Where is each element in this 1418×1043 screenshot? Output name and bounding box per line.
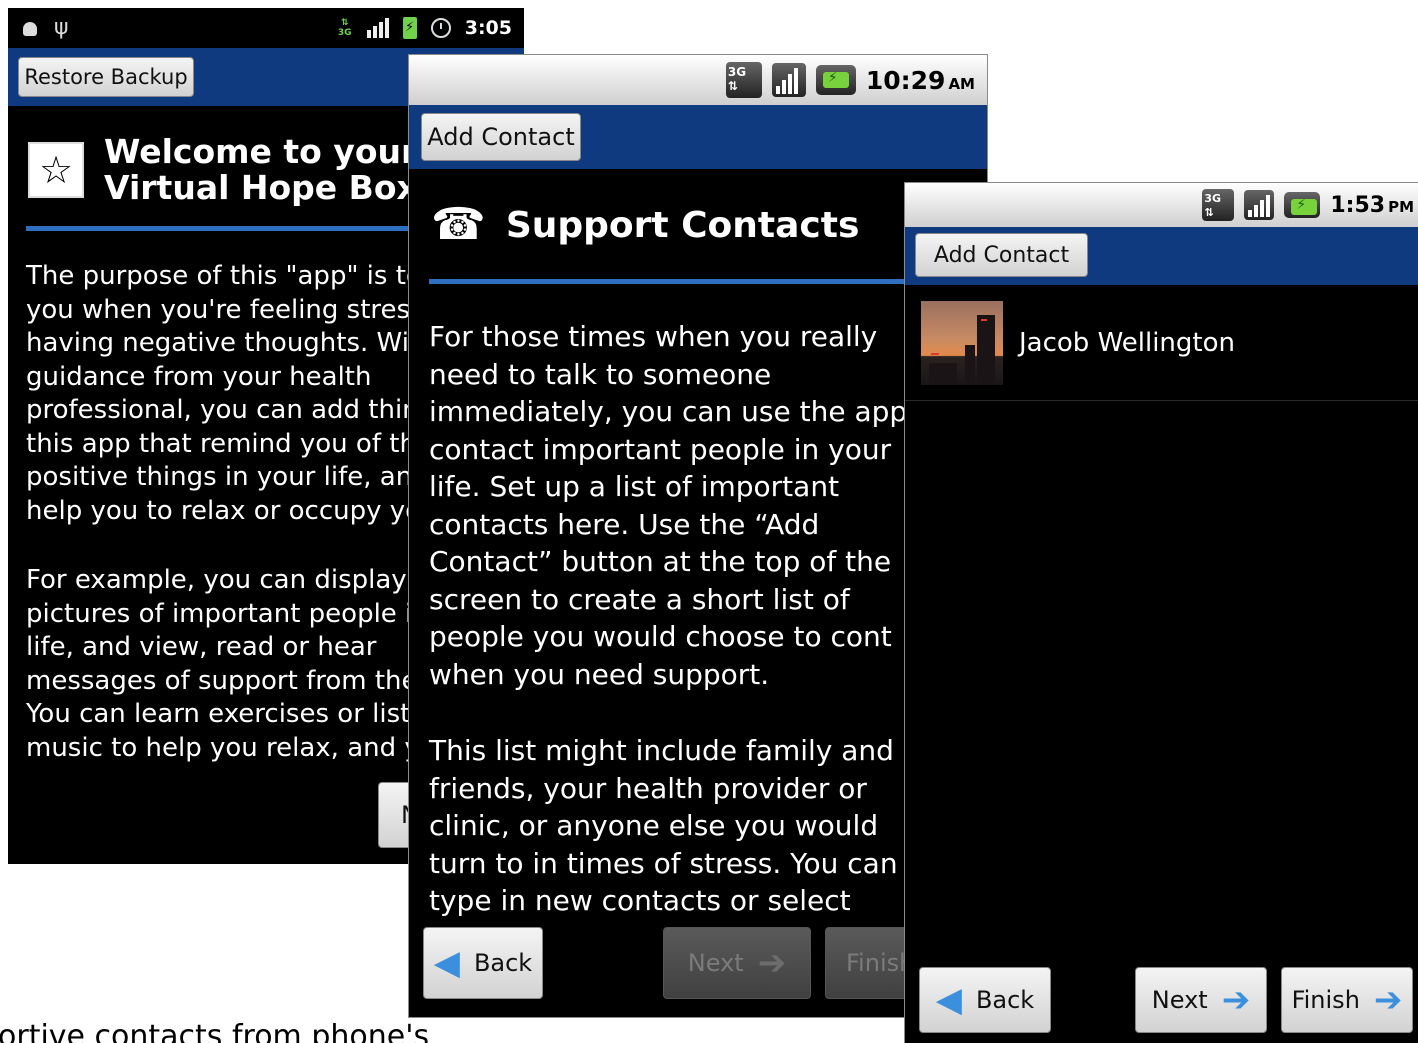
back-button[interactable]: ◀ Back (423, 927, 543, 999)
finish-label: Finish (1291, 986, 1360, 1014)
text-line: life, and view, read or hear (26, 632, 377, 662)
signal-icon (771, 63, 806, 97)
contact-photo (921, 300, 1003, 385)
text-line: For those times when you really (429, 320, 878, 353)
next-button[interactable]: Next ➔ (1135, 967, 1267, 1033)
finish-button[interactable]: Finish ➔ (1281, 967, 1413, 1033)
back-button[interactable]: ◀ Back (919, 967, 1051, 1033)
battery-charging-icon (1284, 192, 1321, 218)
text-line: when you need support. (429, 657, 770, 691)
skyline-building (929, 362, 957, 385)
action-bar: Add Contact (409, 105, 987, 169)
restore-backup-button[interactable]: Restore Backup (18, 57, 194, 97)
signal-icon (366, 18, 389, 38)
skyline-building (977, 314, 995, 385)
next-label: Next (1151, 986, 1208, 1014)
back-label: Back (975, 986, 1035, 1014)
status-bar: 3G⇅ 1:53PM (905, 183, 1418, 227)
text-line: professional, you can add thin (26, 395, 419, 425)
text-line: guidance from your health (26, 361, 372, 392)
next-label: Next (687, 949, 744, 977)
text-line: immediately, you can use the app (429, 395, 908, 428)
text-line: positive things in your life, and (26, 462, 429, 492)
text-line: Contact” button at the top of the (429, 545, 892, 578)
skyline-building (965, 344, 975, 385)
text-line: messages of support from the (26, 665, 418, 696)
time-value: 10:29 (865, 65, 946, 95)
text-line: having negative thoughts. Wit (26, 328, 420, 358)
network-3g-icon: 3G ⇅ (725, 62, 762, 98)
status-bar: ψ ⇅ 3G ⚡ 3:05 (8, 8, 524, 48)
text-line: you when you're feeling stress (26, 294, 424, 325)
text-line: this app that remind you of th (26, 428, 416, 459)
intro-paragraph: The purpose of this "app" is to you when… (26, 260, 429, 528)
text-line: pictures of important people i (26, 598, 413, 629)
battery-charging-icon: ⚡ (402, 17, 417, 39)
signal-icon (1244, 190, 1275, 220)
status-time: 1:53 PM (1330, 193, 1414, 218)
text-line: You can learn exercises or list (26, 699, 411, 729)
list-item[interactable]: Jacob Wellington (905, 285, 1418, 401)
back-label: Back (473, 949, 533, 977)
arrow-right-icon: ➔ (1221, 980, 1251, 1020)
text-line: contact important people in your (429, 432, 892, 466)
status-time: 3:05 (464, 17, 512, 39)
title-text: Support Contacts (505, 204, 860, 246)
telephone-icon: ☎ (431, 199, 486, 250)
arrow-right-icon: ➔ (757, 943, 787, 983)
finish-arrow-icon: ➔ (1373, 980, 1403, 1020)
support-contacts-list-screen: 3G⇅ 1:53PM Add Contact Jacob Wellington … (904, 182, 1418, 1043)
battery-charging-icon (815, 65, 856, 95)
skyline-light (931, 352, 939, 355)
text-line: This list might include family and (429, 734, 894, 767)
status-time: 10:29 AM (866, 66, 975, 95)
background-caption: ortive contacts from phone's (0, 1019, 430, 1043)
page-title: ☎ Support Contacts (431, 203, 859, 247)
text-line: help you to relax or occupy yo (26, 495, 422, 526)
action-bar: Add Contact (905, 227, 1418, 285)
example-paragraph: For example, you can display pictures of… (26, 564, 420, 765)
page-title: ☆ Welcome to your Virtual Hope Box (28, 134, 418, 206)
add-contact-button[interactable]: Add Contact (915, 233, 1088, 277)
text-line: The purpose of this "app" is to (26, 261, 422, 291)
text-line: friends, your health provider or (429, 771, 867, 805)
network-3g-icon: ⇅ 3G (336, 18, 353, 38)
contact-name: Jacob Wellington (1019, 327, 1235, 358)
text-line: people you would choose to cont (429, 620, 892, 653)
debug-android-icon (20, 17, 40, 39)
text-line: contacts here. Use the “Add (429, 507, 820, 541)
title-line-2: Virtual Hope Box (104, 168, 418, 207)
next-button[interactable]: Next ➔ (663, 927, 811, 999)
text-line: turn to in times of stress. You can (429, 846, 898, 880)
star-icon: ☆ (28, 142, 84, 198)
time-ampm: AM (948, 74, 975, 93)
time-ampm: PM (1388, 197, 1414, 216)
text-line: type in new contacts or select (429, 884, 851, 917)
text-line: need to talk to someone (429, 357, 772, 391)
text-line: clinic, or anyone else you would (429, 809, 879, 842)
status-bar: 3G⇅ 10:29AM (409, 55, 987, 105)
text-line: For example, you can display (26, 565, 407, 595)
skyline-light (981, 318, 987, 321)
add-contact-button[interactable]: Add Contact (421, 113, 581, 161)
list-description-paragraph: This list might include family and frien… (429, 732, 898, 920)
text-line: life. Set up a list of important (429, 470, 840, 503)
title-text: Welcome to your Virtual Hope Box (104, 134, 418, 206)
arrow-left-icon: ◀ (935, 980, 962, 1020)
support-contacts-intro-screen: 3G⇅ 10:29AM Add Contact ☎ Support Contac… (408, 54, 988, 1018)
text-line: music to help you relax, and y (26, 732, 420, 763)
time-value: 1:53 (1330, 192, 1386, 218)
title-line-1: Welcome to your (104, 132, 418, 171)
usb-icon: ψ (54, 15, 69, 40)
text-line: screen to create a short list of (429, 582, 850, 616)
intro-paragraph: For those times when you really need to … (429, 318, 907, 693)
network-3g-icon: 3G ⇅ (1202, 189, 1235, 221)
arrow-left-icon: ◀ (433, 943, 460, 983)
alarm-icon (430, 18, 451, 38)
